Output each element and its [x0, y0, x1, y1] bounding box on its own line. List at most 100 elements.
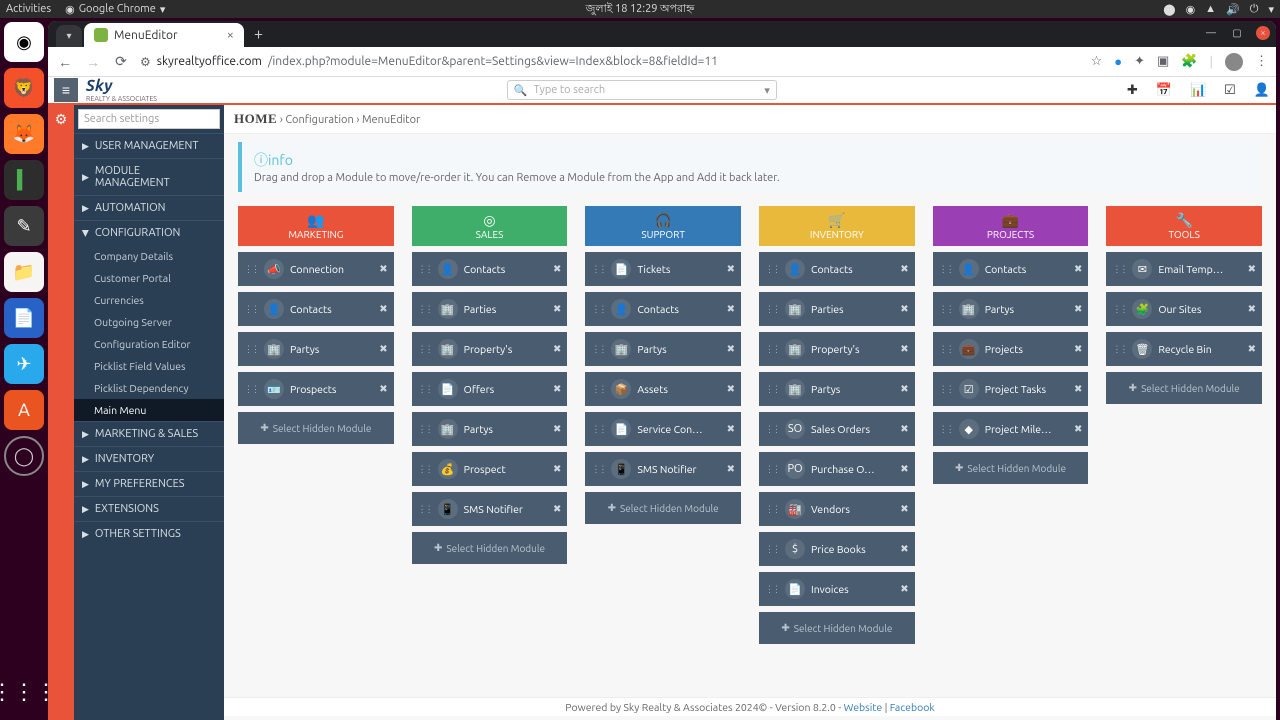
maximize-button[interactable]: ▢ [1230, 26, 1244, 40]
hamburger-button[interactable]: ≡ [54, 78, 78, 102]
module-item[interactable]: ⋮⋮📣Connection✖ [238, 252, 394, 286]
remove-module-icon[interactable]: ✖ [1074, 343, 1082, 355]
sidebar-item-outgoing-server[interactable]: Outgoing Server [74, 311, 224, 333]
reports-icon[interactable]: 📊 [1190, 83, 1206, 98]
remove-module-icon[interactable]: ✖ [553, 303, 561, 315]
drag-handle-icon[interactable]: ⋮⋮ [418, 384, 432, 395]
add-module-button[interactable]: ✚ Select Hidden Module [238, 412, 394, 444]
module-item[interactable]: ⋮⋮📦Assets✖ [585, 372, 741, 406]
remove-module-icon[interactable]: ✖ [379, 343, 387, 355]
search-scope-dropdown[interactable]: ▾ [764, 84, 770, 97]
drag-handle-icon[interactable]: ⋮⋮ [244, 304, 258, 315]
libreoffice-launcher-icon[interactable]: 📄 [4, 298, 44, 338]
module-item[interactable]: ⋮⋮🗑Recycle Bin✖ [1106, 332, 1262, 366]
drag-handle-icon[interactable]: ⋮⋮ [591, 304, 605, 315]
remove-module-icon[interactable]: ✖ [379, 303, 387, 315]
remove-module-icon[interactable]: ✖ [553, 343, 561, 355]
drag-handle-icon[interactable]: ⋮⋮ [418, 424, 432, 435]
drag-handle-icon[interactable]: ⋮⋮ [765, 384, 779, 395]
bookmark-icon[interactable]: ☆ [1091, 54, 1103, 69]
module-item[interactable]: ⋮⋮📱SMS Notifier✖ [585, 452, 741, 486]
remove-module-icon[interactable]: ✖ [727, 303, 735, 315]
remove-module-icon[interactable]: ✖ [379, 383, 387, 395]
module-item[interactable]: ⋮⋮📄Service Con…✖ [585, 412, 741, 446]
drag-handle-icon[interactable]: ⋮⋮ [765, 344, 779, 355]
chrome-tray-icon[interactable]: ◉ [1186, 3, 1196, 16]
drag-handle-icon[interactable]: ⋮⋮ [591, 384, 605, 395]
module-item[interactable]: ⋮⋮👤Contacts✖ [412, 252, 568, 286]
remove-module-icon[interactable]: ✖ [1074, 383, 1082, 395]
module-item[interactable]: ⋮⋮📱SMS Notifier✖ [412, 492, 568, 526]
drag-handle-icon[interactable]: ⋮⋮ [939, 264, 953, 275]
tasks-icon[interactable]: ☑ [1224, 83, 1236, 98]
remove-module-icon[interactable]: ✖ [727, 463, 735, 475]
extensions-icon[interactable]: 🧩 [1181, 54, 1197, 69]
sidebar-group-my-preferences[interactable]: ▶MY PREFERENCES [74, 471, 224, 496]
module-item[interactable]: ⋮⋮🏢Property's✖ [759, 332, 915, 366]
ext-icon-2[interactable]: ✦ [1134, 54, 1145, 69]
remove-module-icon[interactable]: ✖ [900, 583, 908, 595]
drag-handle-icon[interactable]: ⋮⋮ [244, 344, 258, 355]
module-item[interactable]: ⋮⋮💰Prospect✖ [412, 452, 568, 486]
user-icon[interactable]: 👤 [1254, 83, 1270, 98]
module-item[interactable]: ⋮⋮☑Project Tasks✖ [933, 372, 1089, 406]
brand-logo[interactable]: SkyREALTY & ASSOCIATES [86, 77, 157, 103]
tab-close-icon[interactable]: × [227, 28, 234, 42]
url-field[interactable]: ⚙ skyrealtyoffice.com/index.php?module=M… [140, 55, 1081, 69]
remove-module-icon[interactable]: ✖ [553, 423, 561, 435]
ext-icon-3[interactable]: ▣ [1157, 54, 1169, 69]
remove-module-icon[interactable]: ✖ [900, 543, 908, 555]
record-icon[interactable]: ⬤ [1163, 3, 1175, 16]
power-icon[interactable]: ⏻ [1250, 3, 1259, 16]
apps-grid-icon[interactable]: ⋮⋮⋮ [4, 672, 44, 712]
brave-launcher-icon[interactable]: 🦁 [4, 68, 44, 108]
drag-handle-icon[interactable]: ⋮⋮ [939, 384, 953, 395]
sidebar-group-other-settings[interactable]: ▶OTHER SETTINGS [74, 521, 224, 546]
reload-button[interactable]: ⟳ [112, 53, 130, 70]
drag-handle-icon[interactable]: ⋮⋮ [939, 424, 953, 435]
xournal-launcher-icon[interactable]: ✎ [4, 206, 44, 246]
module-item[interactable]: ⋮⋮🏢Parties✖ [759, 292, 915, 326]
activities-button[interactable]: Activities [6, 3, 51, 15]
drag-handle-icon[interactable]: ⋮⋮ [591, 344, 605, 355]
remove-module-icon[interactable]: ✖ [900, 463, 908, 475]
terminal-launcher-icon[interactable]: ▍ [4, 160, 44, 200]
settings-rail[interactable]: ⚙ [48, 105, 74, 720]
remove-module-icon[interactable]: ✖ [1248, 343, 1256, 355]
drag-handle-icon[interactable]: ⋮⋮ [418, 504, 432, 515]
remove-module-icon[interactable]: ✖ [1248, 303, 1256, 315]
module-item[interactable]: ⋮⋮👤Contacts✖ [238, 292, 394, 326]
module-item[interactable]: ⋮⋮🧩Our Sites✖ [1106, 292, 1262, 326]
sidebar-item-company-details[interactable]: Company Details [74, 245, 224, 267]
module-item[interactable]: ⋮⋮🏢Partys✖ [238, 332, 394, 366]
drag-handle-icon[interactable]: ⋮⋮ [244, 384, 258, 395]
breadcrumb-configuration[interactable]: Configuration [285, 114, 353, 126]
remove-module-icon[interactable]: ✖ [727, 423, 735, 435]
forward-button[interactable]: → [84, 54, 102, 70]
sidebar-group-marketing-sales[interactable]: ▶MARKETING & SALES [74, 421, 224, 446]
software-launcher-icon[interactable]: A [4, 390, 44, 430]
chevron-down-icon[interactable]: ▾ [1268, 3, 1274, 16]
module-item[interactable]: ⋮⋮✉Email Temp…✖ [1106, 252, 1262, 286]
remove-module-icon[interactable]: ✖ [1074, 263, 1082, 275]
clock[interactable]: জুলাই 18 12:29 অপরাহ্ন [586, 0, 695, 19]
drag-handle-icon[interactable]: ⋮⋮ [591, 264, 605, 275]
module-item[interactable]: ⋮⋮👤Contacts✖ [933, 252, 1089, 286]
module-item[interactable]: ⋮⋮🏢Partys✖ [933, 292, 1089, 326]
browser-tab[interactable]: MenuEditor × [84, 23, 244, 47]
module-item[interactable]: ⋮⋮🏢Partys✖ [412, 412, 568, 446]
module-item[interactable]: ⋮⋮🏢Property's✖ [412, 332, 568, 366]
sidebar-item-picklist-field-values[interactable]: Picklist Field Values [74, 355, 224, 377]
add-icon[interactable]: ✚ [1127, 83, 1138, 98]
module-item[interactable]: ⋮⋮🏢Partys✖ [585, 332, 741, 366]
profile-avatar[interactable] [1225, 53, 1243, 71]
remove-module-icon[interactable]: ✖ [553, 503, 561, 515]
sidebar-item-picklist-dependency[interactable]: Picklist Dependency [74, 377, 224, 399]
breadcrumb-home[interactable]: HOME [234, 111, 277, 126]
module-item[interactable]: ⋮⋮🏭Vendors✖ [759, 492, 915, 526]
remove-module-icon[interactable]: ✖ [900, 423, 908, 435]
drag-handle-icon[interactable]: ⋮⋮ [765, 424, 779, 435]
add-module-button[interactable]: ✚ Select Hidden Module [1106, 372, 1262, 404]
module-item[interactable]: ⋮⋮👤Contacts✖ [759, 252, 915, 286]
module-item[interactable]: ⋮⋮◆Project Mile…✖ [933, 412, 1089, 446]
